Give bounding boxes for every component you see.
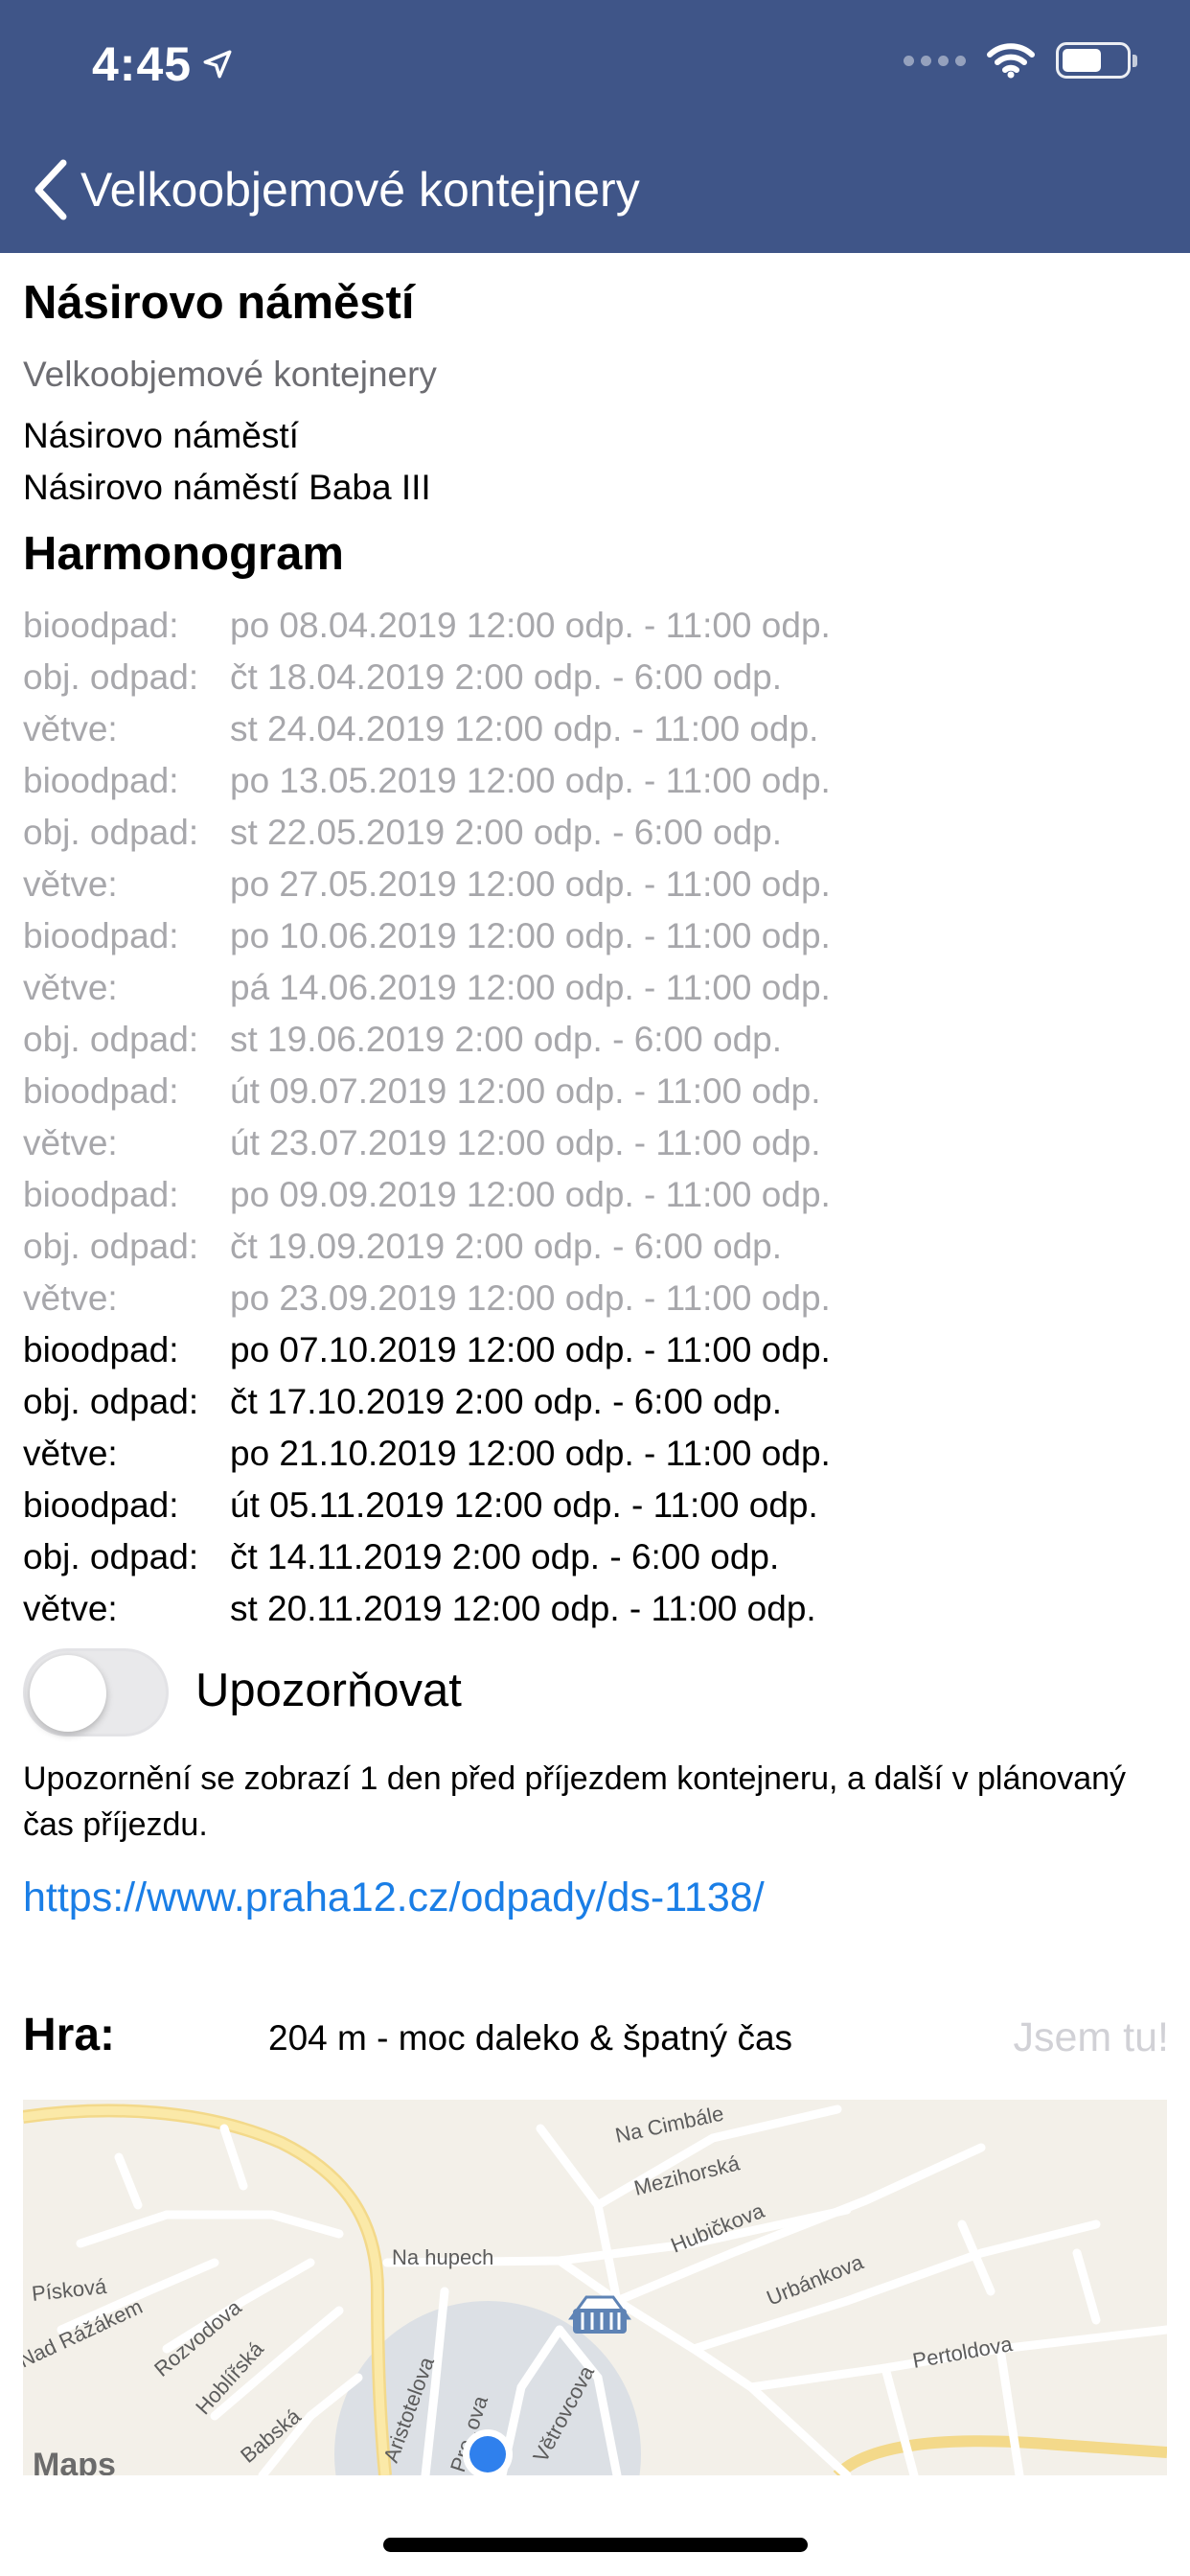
waste-type: obj. odpad:	[23, 1227, 199, 1266]
schedule-row: větve: po 27.05.2019 12:00 odp. - 11:00 o…	[23, 859, 1169, 910]
waste-type: větve:	[23, 1589, 118, 1628]
back-label: Velkoobjemové kontejnery	[80, 163, 640, 217]
waste-type: bioodpad:	[23, 1485, 179, 1525]
pickup-time: pá 14.06.2019 12:00 odp. - 11:00 odp.	[230, 968, 831, 1007]
harmonogram-title: Harmonogram	[23, 528, 344, 580]
pickup-time: út 05.11.2019 12:00 odp. - 11:00 odp.	[230, 1485, 818, 1525]
waste-type: obj. odpad:	[23, 1382, 199, 1421]
address-line-2: Násirovo náměstí Baba III	[23, 468, 431, 507]
maps-attribution: Maps	[33, 2447, 116, 2475]
waste-type: bioodpad:	[23, 606, 179, 645]
pickup-time: po 23.09.2019 12:00 odp. - 11:00 odp.	[230, 1278, 831, 1318]
schedule-row: bioodpad: po 07.10.2019 12:00 odp. - 11:0…	[23, 1324, 1169, 1376]
waste-type: bioodpad:	[23, 1071, 179, 1111]
waste-type: obj. odpad:	[23, 813, 199, 852]
toggle-knob	[30, 1655, 106, 1732]
schedule-list: bioodpad: po 08.04.2019 12:00 odp. - 11:0…	[23, 600, 1169, 1635]
battery-icon	[1056, 42, 1137, 79]
status-time: 4:45	[92, 36, 234, 92]
map-view[interactable]: Na Cimbále Mezihorská Hubičkova Urbánkov…	[23, 2100, 1167, 2475]
waste-type: větve:	[23, 709, 118, 748]
schedule-row: obj. odpad: čt 17.10.2019 2:00 odp. - 6:0…	[23, 1376, 1169, 1428]
waste-type: obj. odpad:	[23, 1537, 199, 1576]
back-button[interactable]: Velkoobjemové kontejnery	[33, 151, 640, 228]
waste-type: obj. odpad:	[23, 657, 199, 697]
pickup-time: st 24.04.2019 12:00 odp. - 11:00 odp.	[230, 709, 819, 748]
pickup-time: út 23.07.2019 12:00 odp. - 11:00 odp.	[230, 1123, 821, 1162]
waste-type: větve:	[23, 968, 118, 1007]
waste-type: obj. odpad:	[23, 1020, 199, 1059]
game-status: 204 m - moc daleko & špatný čas	[268, 2018, 793, 2058]
pickup-time: po 21.10.2019 12:00 odp. - 11:00 odp.	[230, 1434, 831, 1473]
schedule-row: obj. odpad: čt 19.09.2019 2:00 odp. - 6:0…	[23, 1221, 1169, 1273]
pickup-time: po 10.06.2019 12:00 odp. - 11:00 odp.	[230, 916, 831, 955]
chevron-left-icon	[34, 159, 67, 220]
schedule-row: větve: st 24.04.2019 12:00 odp. - 11:00 o…	[23, 703, 1169, 755]
location-arrow-icon	[203, 50, 232, 79]
schedule-row: obj. odpad: st 19.06.2019 2:00 odp. - 6:0…	[23, 1014, 1169, 1066]
map-canvas: Na Cimbále Mezihorská Hubičkova Urbánkov…	[23, 2100, 1167, 2475]
schedule-row: obj. odpad: st 22.05.2019 2:00 odp. - 6:0…	[23, 807, 1169, 859]
waste-type: větve:	[23, 864, 118, 904]
wifi-icon	[987, 43, 1035, 79]
address-line-1: Násirovo náměstí	[23, 416, 299, 455]
navigation-bar: 4:45 Velkoobjemové kontejnery	[0, 0, 1190, 253]
schedule-row: větve: pá 14.06.2019 12:00 odp. - 11:00 o…	[23, 962, 1169, 1014]
pickup-time: čt 19.09.2019 2:00 odp. - 6:00 odp.	[230, 1227, 783, 1266]
status-indicators	[904, 42, 1137, 79]
waste-type: větve:	[23, 1434, 118, 1473]
schedule-row: obj. odpad: čt 18.04.2019 2:00 odp. - 6:0…	[23, 652, 1169, 703]
pickup-time: po 13.05.2019 12:00 odp. - 11:00 odp.	[230, 761, 831, 800]
waste-type: bioodpad:	[23, 1175, 179, 1214]
pickup-time: st 22.05.2019 2:00 odp. - 6:00 odp.	[230, 813, 783, 852]
pickup-time: po 07.10.2019 12:00 odp. - 11:00 odp.	[230, 1330, 831, 1369]
waste-type: bioodpad:	[23, 761, 179, 800]
signal-dots-icon	[904, 55, 966, 66]
notify-label: Upozorňovat	[195, 1665, 462, 1716]
home-indicator[interactable]	[383, 2538, 808, 2552]
waste-type: bioodpad:	[23, 916, 179, 955]
waste-type: větve:	[23, 1278, 118, 1318]
pickup-time: čt 17.10.2019 2:00 odp. - 6:00 odp.	[230, 1382, 783, 1421]
schedule-row: bioodpad: po 10.06.2019 12:00 odp. - 11:0…	[23, 910, 1169, 962]
check-in-button[interactable]: Jsem tu!	[1014, 2014, 1170, 2061]
schedule-row: větve: po 21.10.2019 12:00 odp. - 11:00 o…	[23, 1428, 1169, 1480]
pickup-time: po 27.05.2019 12:00 odp. - 11:00 odp.	[230, 864, 831, 904]
pickup-time: po 08.04.2019 12:00 odp. - 11:00 odp.	[230, 606, 831, 645]
schedule-row: bioodpad: út 09.07.2019 12:00 odp. - 11:0…	[23, 1066, 1169, 1117]
notify-toggle[interactable]	[23, 1648, 169, 1736]
schedule-row: větve: po 23.09.2019 12:00 odp. - 11:00 o…	[23, 1273, 1169, 1324]
game-label: Hra:	[23, 2010, 116, 2060]
schedule-row: bioodpad: po 13.05.2019 12:00 odp. - 11:0…	[23, 755, 1169, 807]
waste-type: bioodpad:	[23, 1330, 179, 1369]
schedule-row: bioodpad: út 05.11.2019 12:00 odp. - 11:0…	[23, 1480, 1169, 1531]
battery-level	[1063, 49, 1101, 72]
street-label: Na hupech	[392, 2245, 493, 2269]
pickup-time: st 20.11.2019 12:00 odp. - 11:00 odp.	[230, 1589, 816, 1628]
schedule-row: větve: st 20.11.2019 12:00 odp. - 11:00 o…	[23, 1583, 1169, 1635]
schedule-row: bioodpad: po 09.09.2019 12:00 odp. - 11:0…	[23, 1169, 1169, 1221]
schedule-row: bioodpad: po 08.04.2019 12:00 odp. - 11:0…	[23, 600, 1169, 652]
schedule-row: větve: út 23.07.2019 12:00 odp. - 11:00 o…	[23, 1117, 1169, 1169]
schedule-row: obj. odpad: čt 14.11.2019 2:00 odp. - 6:0…	[23, 1531, 1169, 1583]
notify-description: Upozornění se zobrazí 1 den před příjezd…	[23, 1760, 1127, 1843]
pickup-time: st 19.06.2019 2:00 odp. - 6:00 odp.	[230, 1020, 783, 1059]
pickup-time: út 09.07.2019 12:00 odp. - 11:00 odp.	[230, 1071, 821, 1111]
pickup-time: čt 14.11.2019 2:00 odp. - 6:00 odp.	[230, 1537, 780, 1576]
pickup-time: po 09.09.2019 12:00 odp. - 11:00 odp.	[230, 1175, 831, 1214]
source-link[interactable]: https://www.praha12.cz/odpady/ds-1138/	[23, 1874, 765, 1921]
place-category: Velkoobjemové kontejnery	[23, 355, 437, 394]
place-title: Násirovo náměstí	[23, 277, 415, 329]
pickup-time: čt 18.04.2019 2:00 odp. - 6:00 odp.	[230, 657, 783, 697]
waste-type: větve:	[23, 1123, 118, 1162]
